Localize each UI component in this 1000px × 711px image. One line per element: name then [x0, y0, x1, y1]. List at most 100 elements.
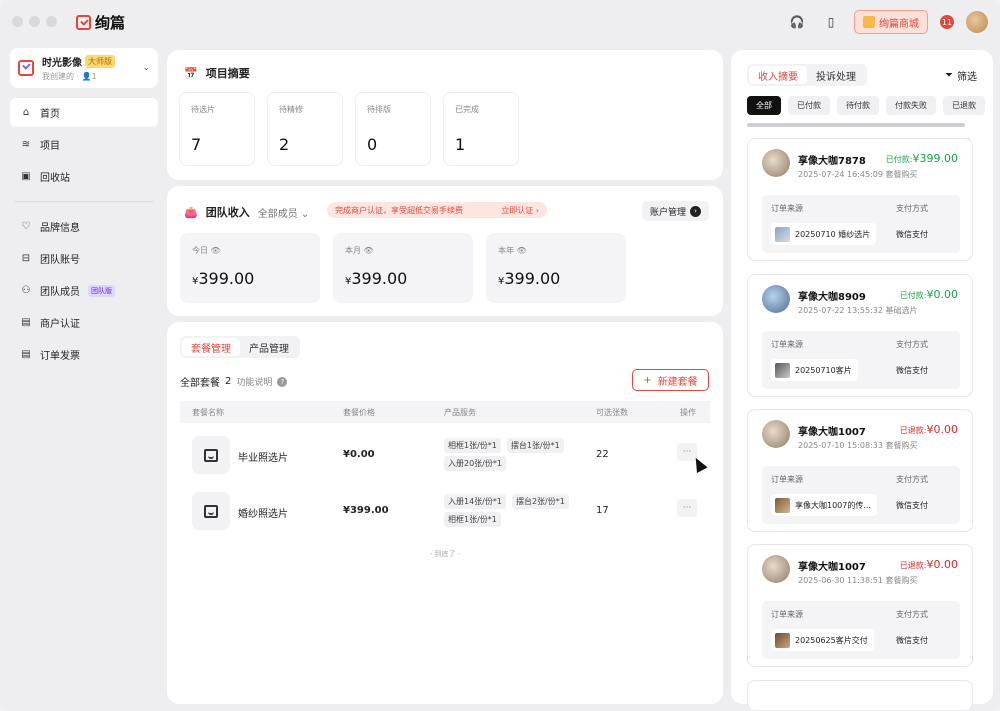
nav-divider: [14, 201, 154, 202]
brand-icon: ♡: [21, 221, 31, 232]
help-icon[interactable]: ?: [277, 376, 288, 387]
tab-packages[interactable]: 套餐管理: [182, 338, 240, 356]
app-logo: 绚篇: [76, 12, 125, 33]
income-title: 团队收入: [205, 206, 250, 219]
notification-badge[interactable]: 11: [940, 15, 954, 29]
status-chips: 全部 已付款 待付款 付款失败 已退款: [747, 96, 985, 115]
avatar: [762, 420, 790, 448]
packages-card: 套餐管理 产品管理 全部套餐 2 功能说明 ? + 新建套餐 套餐名称 套餐价格…: [167, 322, 723, 704]
stat-pending-select[interactable]: 待选片 7: [179, 92, 255, 166]
app-name: 绚篇: [95, 14, 126, 32]
end-of-list: - 到底了 -: [429, 550, 461, 558]
sidebar-item-label: 项目: [40, 141, 60, 152]
help-link[interactable]: 功能说明: [236, 375, 272, 388]
sidebar-item-brand[interactable]: ♡ 品牌信息: [10, 212, 158, 241]
sidebar-item-label: 首页: [40, 109, 60, 120]
more-actions-button[interactable]: ···: [677, 499, 697, 517]
table-row: 婚纱照选片 ¥399.00 入册14张/份*1 摆台2张/份*1 相框1张/份*…: [180, 484, 710, 538]
maximize-window-button[interactable]: [46, 16, 57, 27]
order-source-chip[interactable]: 享像大咖1007的传...: [771, 494, 877, 516]
sidebar-item-trash[interactable]: ▣ 回收站: [10, 162, 158, 191]
sidebar-item-label: 商户认证: [40, 319, 80, 330]
calendar-icon: 📅: [184, 66, 198, 80]
order-source-chip[interactable]: 20250710客片: [771, 359, 858, 381]
orders-tabs: 收入摘要 投诉处理: [747, 64, 867, 86]
sidebar-item-team-account[interactable]: ⊟ 团队账号: [10, 244, 158, 273]
stat-pending-layout[interactable]: 待排版 0: [355, 92, 431, 166]
sidebar-item-invoice[interactable]: ▤ 订单发票: [10, 340, 158, 369]
chip-refunded[interactable]: 已退款: [943, 96, 985, 115]
order-card[interactable]: 享像大咖7878 已付款:¥399.00 2025-07-24 16:45:09…: [747, 138, 973, 261]
team-account-icon: ⊟: [21, 253, 31, 264]
photo-thumbnail: [775, 226, 790, 242]
title-bar: 绚篇 🎧 ▯ 绚篇商城 11: [0, 0, 1000, 44]
layers-icon: ≋: [21, 139, 31, 150]
shop-button[interactable]: 绚篇商城: [854, 10, 928, 34]
sidebar-item-home[interactable]: ⌂ 首页: [10, 98, 158, 127]
merchant-icon: ▤: [21, 317, 31, 328]
packages-header: 全部套餐 2 功能说明 ?: [180, 374, 288, 389]
chip-failed[interactable]: 付款失败: [886, 96, 936, 115]
photo-thumbnail: [775, 632, 790, 648]
tab-products[interactable]: 产品管理: [240, 338, 298, 356]
order-card[interactable]: 享像大咖8909 已付款:¥0.00 2025-07-22 13:55:32 基…: [747, 274, 973, 397]
headset-icon[interactable]: 🎧: [786, 11, 808, 33]
tab-income-summary[interactable]: 收入摘要: [749, 66, 807, 84]
summary-title: 项目摘要: [205, 67, 250, 80]
all-packages-label: 全部套餐: [180, 378, 220, 389]
table-header: 套餐名称 套餐价格 产品服务 可选张数 操作: [180, 401, 710, 423]
stat-completed[interactable]: 已完成 1: [443, 92, 519, 166]
team-edition-badge: 团队版: [88, 284, 115, 297]
status-badge: 已退款:¥0.00: [899, 558, 958, 571]
workspace-switcher[interactable]: 时光影像 大师版 我创建的 · 👤1 ⌄: [10, 48, 158, 88]
sidebar-item-label: 品牌信息: [40, 223, 80, 234]
filter-icon: ⏷: [945, 70, 953, 81]
trash-icon: ▣: [21, 171, 31, 182]
chip-paid[interactable]: 已付款: [788, 96, 830, 115]
sidebar-item-merchant[interactable]: ▤ 商户认证: [10, 308, 158, 337]
window-controls: [12, 16, 57, 27]
status-badge: 已付款:¥0.00: [899, 288, 958, 301]
account-manage-button[interactable]: 账户管理 ›: [641, 201, 709, 221]
plan-badge: 大师版: [85, 55, 115, 68]
new-package-button[interactable]: + 新建套餐: [632, 369, 709, 391]
member-filter[interactable]: 全部成员 ⌄: [258, 205, 310, 220]
order-card[interactable]: 享像大咖1007 已退款:¥0.00 2025-06-30 11:38:51 套…: [747, 544, 973, 667]
chip-all[interactable]: 全部: [747, 96, 781, 115]
stat-pending-retouch[interactable]: 待精修 2: [267, 92, 343, 166]
phone-icon[interactable]: ▯: [820, 11, 842, 33]
chip-pending[interactable]: 待付款: [837, 96, 879, 115]
avatar: [762, 285, 790, 313]
team-income-card: 👛 团队收入 全部成员 ⌄ 完成商户认证，享受超低交易手续费 立即认证 › 账户…: [167, 186, 723, 316]
shopping-bag-icon: [192, 436, 230, 474]
sidebar-item-label: 订单发票: [40, 351, 80, 362]
close-window-button[interactable]: [12, 16, 23, 27]
minimize-window-button[interactable]: [29, 16, 40, 27]
merchant-promo-banner[interactable]: 完成商户认证，享受超低交易手续费 立即认证 ›: [327, 202, 547, 218]
home-icon: ⌂: [22, 107, 30, 118]
order-source-chip[interactable]: 20250625客片交付: [771, 629, 874, 651]
table-row: 毕业照选片 ¥0.00 相框1张/份*1 摆台1张/份*1 入册20张/份*1 …: [180, 428, 710, 482]
order-source-chip[interactable]: 20250710 婚纱选片: [771, 223, 877, 245]
shop-icon: [863, 16, 875, 28]
workspace-logo-icon: [18, 60, 34, 76]
eye-icon: 👁: [363, 246, 374, 255]
filter-button[interactable]: ⏷ 筛选: [945, 68, 977, 83]
tab-complaints[interactable]: 投诉处理: [807, 66, 865, 84]
promo-link[interactable]: 立即认证 ›: [501, 205, 539, 216]
income-year: 本年 👁 ¥399.00: [486, 233, 626, 303]
logo-icon: [76, 15, 91, 30]
user-avatar[interactable]: [966, 11, 988, 33]
workspace-name: 时光影像: [42, 58, 82, 69]
sidebar-item-projects[interactable]: ≋ 项目: [10, 130, 158, 159]
order-card[interactable]: 享像大咖1007 已退款:¥0.00 2025-07-10 15:08:33 套…: [747, 409, 973, 532]
service-tags: 入册14张/份*1 摆台2张/份*1 相框1张/份*1: [444, 494, 584, 527]
wallet-icon: 👛: [184, 205, 198, 219]
order-card[interactable]: [747, 680, 973, 710]
chips-scrollbar[interactable]: [747, 123, 965, 127]
invoice-icon: ▤: [21, 349, 31, 360]
sidebar-item-team-members[interactable]: ⚇ 团队成员 团队版: [10, 276, 158, 305]
eye-icon: 👁: [516, 246, 527, 255]
eye-icon: 👁: [210, 246, 221, 255]
chevron-down-icon: ⌄: [142, 63, 150, 73]
